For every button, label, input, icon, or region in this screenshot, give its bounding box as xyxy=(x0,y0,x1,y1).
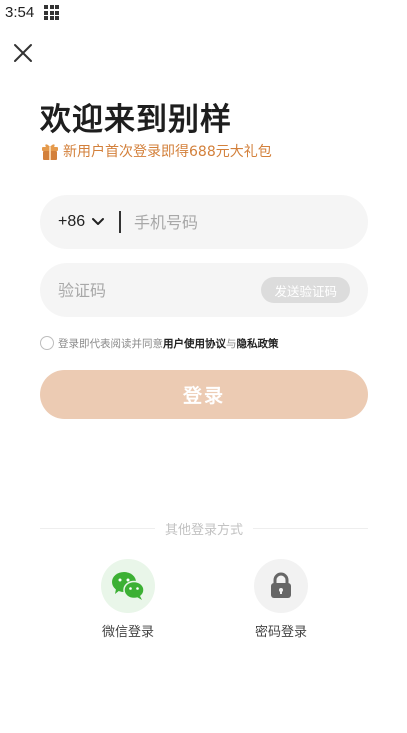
app-grid-icon xyxy=(44,5,60,20)
verification-code-input[interactable] xyxy=(58,263,258,317)
other-methods-divider: 其他登录方式 xyxy=(40,519,368,538)
password-login-label: 密码登录 xyxy=(254,625,307,640)
password-login-button[interactable]: 密码登录 xyxy=(236,559,326,640)
chevron-down-icon xyxy=(92,218,105,225)
status-time: 3:54 xyxy=(5,4,35,21)
verification-field: 发送验证码 xyxy=(40,263,368,317)
agreement-checkbox[interactable] xyxy=(40,336,54,350)
promo-text: 新用户首次登录即得688元大礼包 xyxy=(63,144,272,160)
send-code-button[interactable]: 发送验证码 xyxy=(261,277,350,303)
divider-line-right xyxy=(253,528,368,529)
phone-input[interactable] xyxy=(134,195,354,249)
lock-icon xyxy=(271,572,291,598)
privacy-policy-link[interactable]: 隐私政策 xyxy=(237,336,279,351)
field-divider xyxy=(119,211,121,233)
close-button[interactable] xyxy=(11,41,35,65)
wechat-login-label: 微信登录 xyxy=(101,625,154,640)
lock-icon-circle xyxy=(254,559,308,613)
agreement-prefix: 登录即代表阅读并同意 xyxy=(58,337,163,350)
agreement-conjunction: 与 xyxy=(226,337,237,350)
country-code-select[interactable]: +86 xyxy=(58,195,105,249)
close-icon xyxy=(14,44,32,62)
login-button[interactable]: 登录 xyxy=(40,370,368,419)
status-bar: 3:54 xyxy=(0,0,407,26)
user-agreement-link[interactable]: 用户使用协议 xyxy=(163,336,226,351)
wechat-icon xyxy=(112,572,145,600)
wechat-icon-circle xyxy=(101,559,155,613)
gift-icon xyxy=(42,143,58,160)
agreement-row: 登录即代表阅读并同意 用户使用协议 与 隐私政策 xyxy=(40,335,279,351)
wechat-login-button[interactable]: 微信登录 xyxy=(83,559,173,640)
page-title: 欢迎来到别样 xyxy=(40,102,232,138)
country-code: +86 xyxy=(58,213,86,230)
phone-field: +86 xyxy=(40,195,368,249)
promo-banner: 新用户首次登录即得688元大礼包 xyxy=(41,140,272,162)
